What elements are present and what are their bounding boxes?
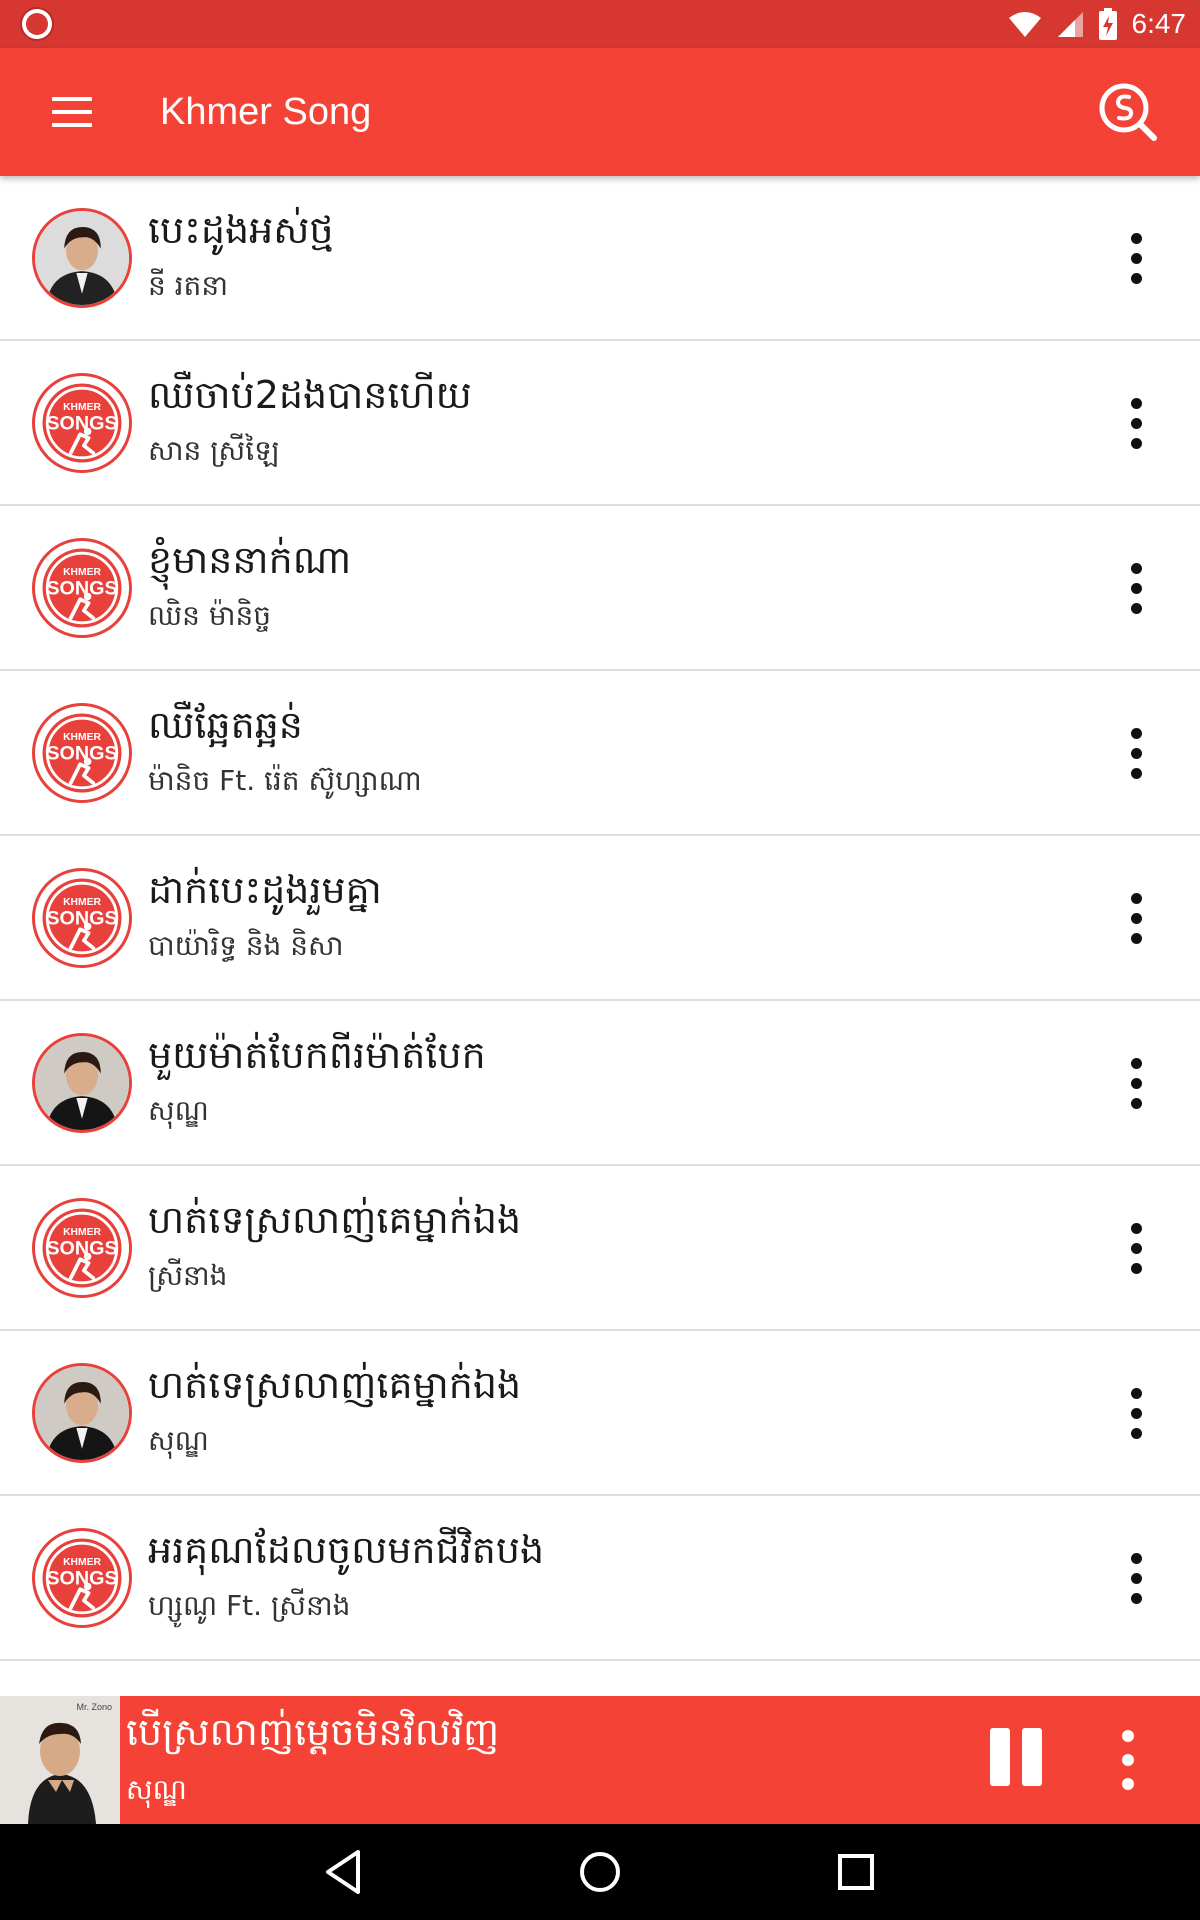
app-title: Khmer Song xyxy=(160,91,372,133)
song-title: ឈឺឆ្អែតឆ្អន់ xyxy=(148,703,303,747)
more-options-icon[interactable] xyxy=(1112,1216,1160,1280)
khmer-songs-logo-icon: KHMERSONGS xyxy=(38,874,126,962)
song-title: មួយម៉ាត់បែកពីរម៉ាត់បែក xyxy=(148,1033,486,1077)
status-bar: 6:47 xyxy=(0,0,1200,48)
logo-text-top: KHMER xyxy=(63,567,101,578)
recents-icon[interactable] xyxy=(826,1842,886,1902)
song-artist: ឈិន ម៉ានិច្ច xyxy=(148,599,272,632)
song-row[interactable]: មួយម៉ាត់បែកពីរម៉ាត់បែកសុណ្ឌ xyxy=(0,1001,1200,1166)
song-artist: ហ្សូណូ Ft. ស្រីនាង xyxy=(148,1589,351,1622)
song-row[interactable]: ហត់ទេស្រលាញ់គេម្នាក់ឯងសុណ្ឌ xyxy=(0,1331,1200,1496)
song-avatar: KHMER SONGS xyxy=(32,868,132,968)
logo-text-top: KHMER xyxy=(63,897,101,908)
song-avatar: KHMER SONGS xyxy=(32,373,132,473)
song-artist: ម៉ានិច Ft. រ៉េត ស៊ូហ្សាណា xyxy=(148,764,422,797)
logo-text-bottom: SONGS xyxy=(46,1568,117,1590)
signal-icon xyxy=(1057,12,1083,37)
more-options-icon[interactable] xyxy=(1112,556,1160,620)
song-avatar xyxy=(32,1363,132,1463)
song-row[interactable]: KHMER SONGS ឈឺឆ្អែតឆ្អន់ម៉ានិច Ft. រ៉េត ស៊… xyxy=(0,671,1200,836)
artist-photo-icon xyxy=(35,211,129,305)
song-artist: បាយ៉ារិទ្ធ និង និសា xyxy=(148,929,344,962)
song-title: អរគុណដែលចូលមកជីវិតបង xyxy=(148,1528,545,1572)
home-icon[interactable] xyxy=(570,1842,630,1902)
art-caption: Mr. Zono xyxy=(76,1702,112,1712)
khmer-songs-logo-icon: KHMERSONGS xyxy=(38,379,126,467)
logo-text-top: KHMER xyxy=(63,402,101,413)
song-row[interactable]: KHMER SONGS អរគុណដែលចូលមកជីវិតបងហ្សូណូ Ft.… xyxy=(0,1496,1200,1661)
wifi-icon xyxy=(1008,12,1041,37)
more-options-icon[interactable] xyxy=(1112,1381,1160,1445)
song-avatar: KHMER SONGS xyxy=(32,538,132,638)
song-title: ហត់ទេស្រលាញ់គេម្នាក់ឯង xyxy=(148,1363,522,1407)
song-row[interactable]: KHMER SONGS ហត់ទេស្រលាញ់គេម្នាក់ឯងស្រីនាង xyxy=(0,1166,1200,1331)
logo-text-bottom: SONGS xyxy=(46,578,117,600)
song-artist: សាន ស្រីឡៃ xyxy=(148,434,280,467)
song-artist: សុណ្ឌ xyxy=(148,1424,209,1457)
song-avatar: KHMER SONGS xyxy=(32,1198,132,1298)
now-playing-bar[interactable]: Mr. Zono បើស្រលាញ់ម្ដេចមិនវិលវិញ សុណ្ឌ xyxy=(0,1696,1200,1824)
khmer-songs-logo-icon: KHMERSONGS xyxy=(38,1204,126,1292)
khmer-songs-logo-icon: KHMERSONGS xyxy=(38,1534,126,1622)
more-options-icon[interactable] xyxy=(1112,1546,1160,1610)
app-notification-icon xyxy=(20,7,54,41)
song-avatar xyxy=(32,208,132,308)
now-playing-more-icon[interactable] xyxy=(1104,1726,1152,1794)
song-row[interactable]: បេះដូងអស់ថ្មនី រតនា xyxy=(0,176,1200,341)
battery-charging-icon xyxy=(1098,8,1117,40)
logo-text-bottom: SONGS xyxy=(46,908,117,930)
logo-text-top: KHMER xyxy=(63,1557,101,1568)
more-options-icon[interactable] xyxy=(1112,1051,1160,1115)
logo-text-top: KHMER xyxy=(63,732,101,743)
navigation-bar xyxy=(0,1824,1200,1920)
song-row[interactable]: KHMER SONGS ដាក់បេះដូងរួមគ្នាបាយ៉ារិទ្ធ និ… xyxy=(0,836,1200,1001)
menu-icon[interactable] xyxy=(40,82,100,142)
song-row[interactable]: KHMER SONGS ខ្ញុំមាននាក់ណាឈិន ម៉ានិច្ច xyxy=(0,506,1200,671)
khmer-songs-logo-icon: KHMERSONGS xyxy=(38,709,126,797)
more-options-icon[interactable] xyxy=(1112,886,1160,950)
logo-text-top: KHMER xyxy=(63,1227,101,1238)
pause-button[interactable] xyxy=(990,1728,1042,1786)
song-title: ខ្ញុំមាននាក់ណា xyxy=(148,538,352,582)
now-playing-title: បើស្រលាញ់ម្ដេចមិនវិលវិញ xyxy=(126,1710,500,1754)
more-options-icon[interactable] xyxy=(1112,226,1160,290)
song-artist: នី រតនា xyxy=(148,269,228,302)
artist-photo-icon xyxy=(35,1036,129,1130)
more-options-icon[interactable] xyxy=(1112,391,1160,455)
song-artist: ស្រីនាង xyxy=(148,1259,228,1292)
song-row[interactable]: KHMER SONGS ឈឺចាប់2ដងបានហើយសាន ស្រីឡៃ xyxy=(0,341,1200,506)
now-playing-album-art: Mr. Zono xyxy=(0,1696,120,1824)
song-list[interactable]: បេះដូងអស់ថ្ម នី រតនា KHMER SONGS ឈឺចាប់2ដងបា… xyxy=(0,176,1200,1696)
logo-text-bottom: SONGS xyxy=(46,413,117,435)
song-avatar xyxy=(32,1033,132,1133)
song-title: ដាក់បេះដូងរួមគ្នា xyxy=(148,868,382,912)
song-avatar: KHMER SONGS xyxy=(32,703,132,803)
more-options-icon[interactable] xyxy=(1112,721,1160,785)
logo-text-bottom: SONGS xyxy=(46,1238,117,1260)
now-playing-artist: សុណ្ឌ xyxy=(126,1773,187,1806)
song-artist: សុណ្ឌ xyxy=(148,1094,209,1127)
search-icon[interactable] xyxy=(1096,80,1160,144)
song-title: ហត់ទេស្រលាញ់គេម្នាក់ឯង xyxy=(148,1198,522,1242)
logo-text-bottom: SONGS xyxy=(46,743,117,765)
khmer-songs-logo-icon: KHMERSONGS xyxy=(38,544,126,632)
app-bar: Khmer Song xyxy=(0,48,1200,176)
song-avatar: KHMER SONGS xyxy=(32,1528,132,1628)
back-icon[interactable] xyxy=(314,1842,374,1902)
status-time: 6:47 xyxy=(1131,8,1187,39)
song-title: បេះដូងអស់ថ្ម xyxy=(148,208,334,252)
song-title: ឈឺចាប់2ដងបានហើយ xyxy=(148,373,472,417)
artist-photo-icon xyxy=(35,1366,129,1460)
